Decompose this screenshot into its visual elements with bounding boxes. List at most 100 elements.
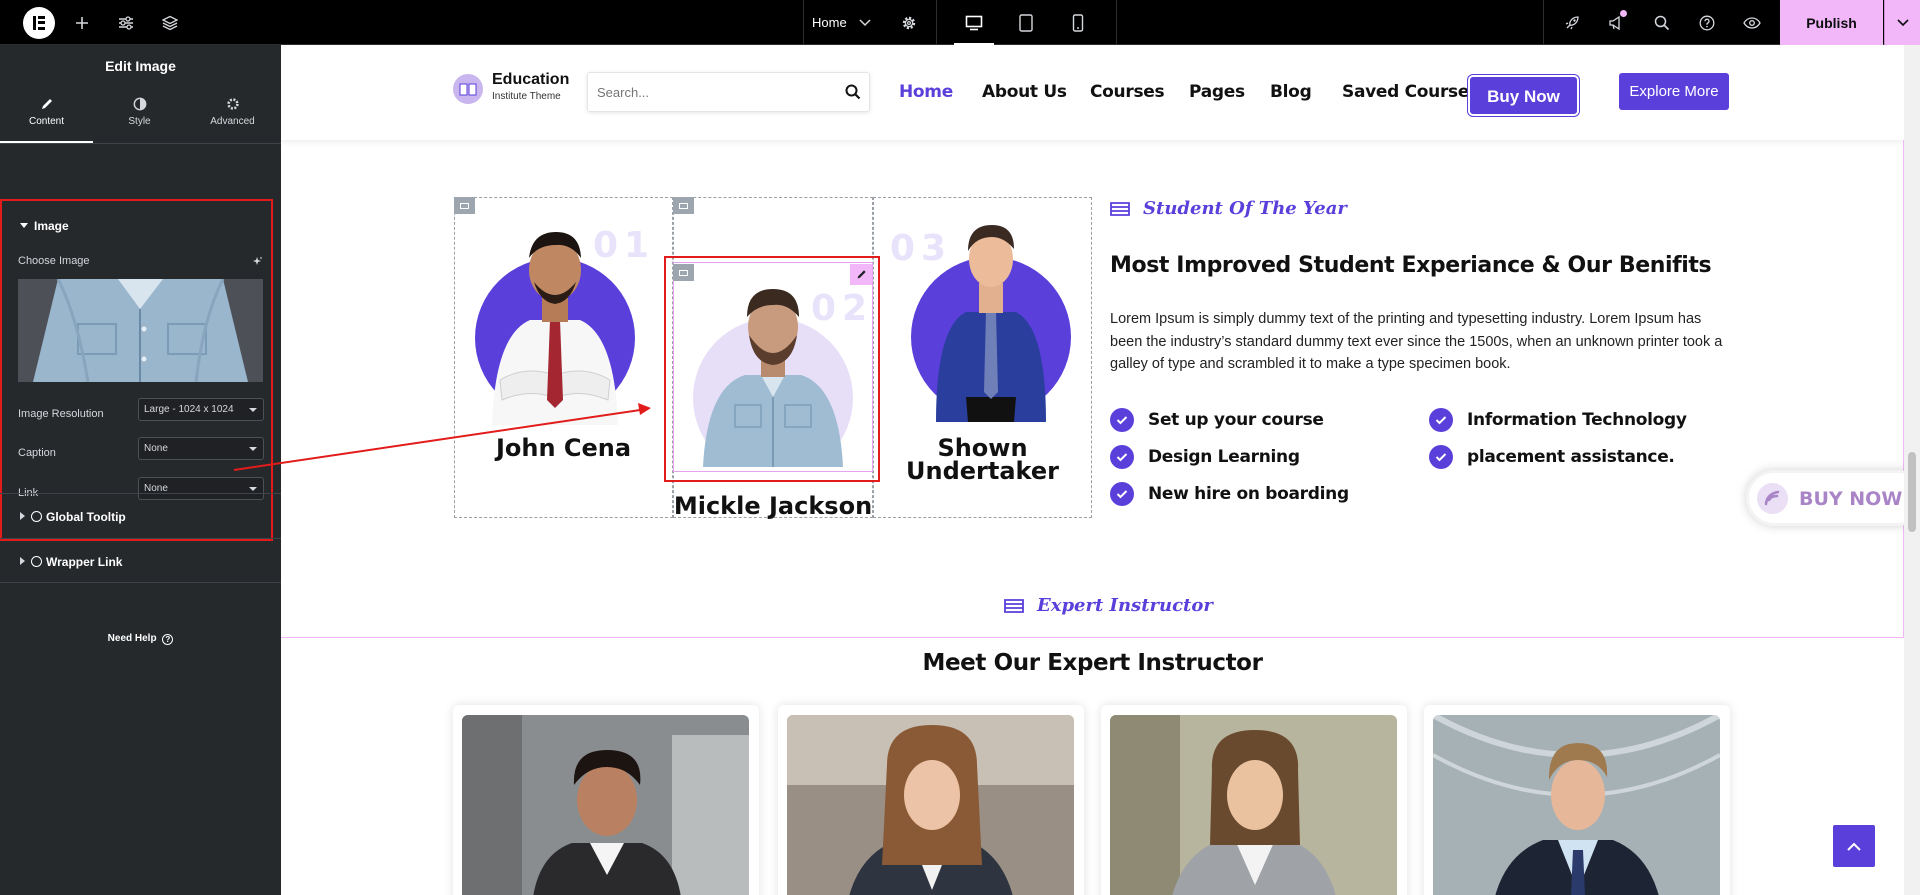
- tablet-view-button[interactable]: [1000, 0, 1052, 45]
- instructor-photo: [1433, 715, 1720, 895]
- caret-right-icon: [20, 512, 25, 520]
- pencil-icon: [41, 99, 52, 109]
- ai-sparkle-icon[interactable]: [252, 256, 263, 267]
- instructor-photo: [1110, 715, 1397, 895]
- layers-icon: [162, 15, 178, 30]
- caption-select[interactable]: None: [138, 437, 264, 460]
- canvas-scrollbar[interactable]: [1904, 45, 1920, 895]
- mobile-icon: [1072, 13, 1084, 32]
- instructor-heading: Meet Our Expert Instructor: [922, 650, 1263, 676]
- site-settings-button[interactable]: [112, 0, 140, 45]
- need-help-link[interactable]: Need Help ?: [0, 633, 281, 645]
- plus-icon: [76, 16, 88, 29]
- image-section-header[interactable]: Image: [20, 219, 69, 233]
- scroll-top-button[interactable]: [1833, 825, 1875, 867]
- globe-icon: [31, 556, 42, 567]
- tab-content-label: Content: [28, 116, 65, 127]
- instructor-kicker-text: Expert Instructor: [1037, 595, 1213, 616]
- wrapper-link-section[interactable]: Wrapper Link: [0, 538, 281, 583]
- chevron-down-icon: [859, 18, 871, 26]
- tab-content[interactable]: Content: [0, 97, 93, 143]
- editor-topbar: Home Publish: [0, 0, 1920, 45]
- structure-button[interactable]: [156, 0, 184, 45]
- launchpad-button[interactable]: [1558, 0, 1586, 45]
- nav-blog[interactable]: Blog: [1270, 82, 1312, 102]
- tabs-divider: [0, 143, 281, 144]
- publish-options-button[interactable]: [1884, 0, 1920, 45]
- rocket-icon: [1565, 15, 1579, 29]
- help-icon: [1699, 15, 1715, 30]
- caret-down-icon: [20, 223, 28, 228]
- checklist-text: Design Learning: [1148, 447, 1300, 467]
- check-icon: [1429, 408, 1453, 432]
- instructor-photo: [787, 715, 1074, 895]
- search-input[interactable]: [597, 82, 827, 102]
- check-icon: [1110, 408, 1134, 432]
- kicker-text: Student Of The Year: [1143, 198, 1347, 219]
- checklist-text: Information Technology: [1467, 410, 1687, 430]
- nav-pages[interactable]: Pages: [1189, 82, 1245, 102]
- chevron-down-icon: [1896, 18, 1909, 26]
- global-tooltip-section[interactable]: Global Tooltip: [0, 493, 281, 538]
- student-photo-3: [911, 225, 1071, 422]
- desktop-icon: [965, 15, 983, 30]
- help-button[interactable]: [1693, 0, 1721, 45]
- caret-right-icon: [20, 557, 25, 565]
- page-selector[interactable]: Home: [812, 0, 880, 45]
- student-of-year-kicker: Student Of The Year: [1109, 198, 1347, 219]
- explore-more-button[interactable]: Explore More: [1619, 73, 1729, 110]
- page-settings-button[interactable]: [895, 0, 923, 45]
- gear-icon: [226, 98, 239, 110]
- publish-button[interactable]: Publish: [1780, 0, 1883, 45]
- instructor-card[interactable]: [1424, 705, 1730, 895]
- check-icon: [1110, 482, 1134, 506]
- search-icon[interactable]: [845, 84, 861, 100]
- elementor-logo-button[interactable]: [18, 0, 60, 45]
- student-name-1: John Cena: [495, 434, 632, 462]
- student-photo-1: [475, 232, 635, 425]
- topbar-divider: [936, 0, 937, 45]
- logo-subtitle: Institute Theme: [492, 91, 561, 102]
- choose-image-label: Choose Image: [18, 255, 90, 267]
- caption-value: None: [144, 443, 168, 454]
- scrollbar-thumb[interactable]: [1908, 452, 1916, 532]
- mobile-view-button[interactable]: [1052, 0, 1104, 45]
- preview-button[interactable]: [1738, 0, 1766, 45]
- nav-about-us[interactable]: About Us: [982, 82, 1067, 102]
- finder-button[interactable]: [1648, 0, 1676, 45]
- nav-courses[interactable]: Courses: [1090, 82, 1165, 102]
- tab-advanced[interactable]: Advanced: [186, 97, 279, 143]
- tab-advanced-label: Advanced: [210, 116, 255, 127]
- eye-icon: [1743, 16, 1761, 29]
- checklist-text: Set up your course: [1148, 410, 1324, 430]
- image-resolution-select[interactable]: Large - 1024 x 1024: [138, 398, 264, 421]
- checklist-item: New hire on boarding: [1110, 482, 1349, 506]
- floating-buy-now-button[interactable]: BUY NOW: [1746, 470, 1920, 526]
- feature-paragraph: Lorem Ipsum is simply dummy text of the …: [1110, 311, 1723, 372]
- tab-style[interactable]: Style: [93, 97, 186, 143]
- column-handle[interactable]: [673, 197, 694, 214]
- caption-label: Caption: [18, 447, 56, 459]
- chevron-up-icon: [1847, 842, 1861, 851]
- add-element-button[interactable]: [68, 0, 96, 45]
- notifications-button[interactable]: [1603, 0, 1631, 45]
- instructor-card[interactable]: [778, 705, 1084, 895]
- nav-home[interactable]: Home: [899, 82, 953, 102]
- desktop-view-button[interactable]: [948, 0, 1000, 45]
- topbar-divider: [803, 0, 804, 45]
- nav-saved-courses[interactable]: Saved Courses: [1342, 82, 1479, 102]
- check-icon: [1110, 445, 1134, 469]
- floating-logo-icon: [1757, 483, 1788, 514]
- instructor-card[interactable]: [453, 705, 759, 895]
- buy-now-button[interactable]: Buy Now: [1470, 77, 1577, 114]
- book-stack-icon: [1004, 598, 1024, 613]
- shirt-image: [18, 279, 263, 382]
- image-preview[interactable]: [18, 279, 263, 382]
- elementor-logo-icon: [23, 6, 55, 39]
- site-logo[interactable]: Education Institute Theme: [453, 71, 583, 107]
- tablet-icon: [1019, 13, 1033, 32]
- instructor-card[interactable]: [1101, 705, 1407, 895]
- search-icon: [1654, 15, 1670, 30]
- editor-panel: Edit Image Content Style Advanced Image …: [0, 45, 281, 895]
- checklist-item: Information Technology: [1429, 408, 1687, 432]
